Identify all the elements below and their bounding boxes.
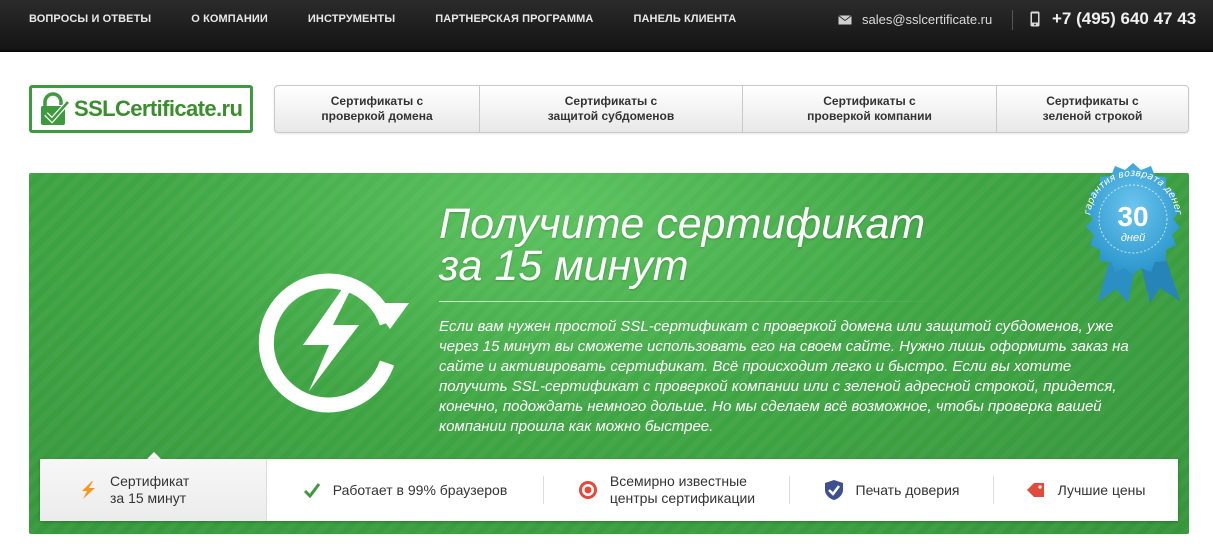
- top-nav: ВОПРОСЫ И ОТВЕТЫ О КОМПАНИИ ИНСТРУМЕНТЫ …: [29, 13, 776, 25]
- nav-tools-link[interactable]: ИНСТРУМЕНТЫ: [308, 13, 395, 25]
- target-icon: [578, 480, 598, 500]
- feature-label: Работает в 99% браузеров: [332, 481, 508, 498]
- phone-text: +7 (495) 640 47 43: [1052, 9, 1197, 28]
- features-bar: Сертификат за 15 минут Работает в 99% бра…: [40, 459, 1178, 521]
- feature-label: Лучшие цены: [1057, 481, 1146, 498]
- logo-text: SSLCertificate.ru: [74, 96, 243, 121]
- nav-faq-link[interactable]: ВОПРОСЫ И ОТВЕТЫ: [29, 13, 151, 25]
- category-domain-validation[interactable]: Сертификаты с проверкой домена: [275, 86, 480, 132]
- feature-label: Печать доверия: [855, 481, 960, 498]
- email-text: sales@sslcertificate.ru: [862, 12, 993, 27]
- feature-label: Сертификат за 15 минут: [110, 473, 190, 506]
- feature-fast-issue[interactable]: Сертификат за 15 минут: [40, 459, 267, 521]
- top-bar: ВОПРОСЫ И ОТВЕТЫ О КОМПАНИИ ИНСТРУМЕНТЫ …: [0, 0, 1213, 52]
- phone-icon: [1030, 11, 1040, 27]
- nav-client-panel-link[interactable]: ПАНЕЛЬ КЛИЕНТА: [633, 13, 736, 25]
- fast-refresh-icon: [258, 273, 409, 413]
- hero-description: Если вам нужен простой SSL-сертификат с …: [439, 318, 1129, 435]
- top-bar-divider: [1012, 10, 1013, 30]
- nav-partner-link[interactable]: ПАРТНЕРСКАЯ ПРОГРАММА: [435, 13, 593, 25]
- email-contact[interactable]: sales@sslcertificate.ru: [838, 12, 992, 27]
- category-label: Сертификаты с проверкой компании: [807, 94, 932, 123]
- feature-browser-support[interactable]: Работает в 99% браузеров: [267, 459, 543, 521]
- checkmark-icon: [303, 482, 321, 498]
- category-nav: Сертификаты с проверкой домена Сертификат…: [274, 85, 1189, 133]
- badge-unit: дней: [1121, 232, 1145, 244]
- feature-trust-seal[interactable]: Печать доверия: [790, 459, 993, 521]
- feature-trusted-ca[interactable]: Всемирно известные центры сертификации: [544, 459, 789, 521]
- money-back-badge: гарантия возврата денег 30 дней: [1082, 163, 1184, 303]
- category-label: Сертификаты с зеленой строкой: [1042, 94, 1143, 123]
- badge-number: 30: [1117, 201, 1148, 232]
- feature-label: Всемирно известные центры сертификации: [609, 473, 756, 506]
- nav-about-link[interactable]: О КОМПАНИИ: [191, 13, 268, 25]
- category-label: Сертификаты с проверкой домена: [321, 94, 433, 123]
- envelope-icon: [838, 14, 852, 24]
- category-company-validation[interactable]: Сертификаты с проверкой компании: [743, 86, 997, 132]
- feature-best-prices[interactable]: Лучшие цены: [994, 459, 1177, 521]
- lock-check-icon: [41, 92, 70, 125]
- category-label: Сертификаты с защитой субдоменов: [547, 94, 675, 123]
- category-subdomain-protection[interactable]: Сертификаты с защитой субдоменов: [480, 86, 743, 132]
- hero-divider: [439, 301, 949, 302]
- site-logo[interactable]: SSLCertificate.ru: [29, 85, 253, 133]
- category-green-bar[interactable]: Сертификаты с зеленой строкой: [997, 86, 1188, 132]
- hero-title: Получите сертификат за 15 минут: [439, 200, 926, 290]
- lightning-icon: [78, 480, 98, 500]
- price-tag-icon: [1026, 481, 1046, 499]
- shield-icon: [824, 479, 844, 501]
- phone-contact[interactable]: +7 (495) 640 47 43: [1030, 9, 1196, 29]
